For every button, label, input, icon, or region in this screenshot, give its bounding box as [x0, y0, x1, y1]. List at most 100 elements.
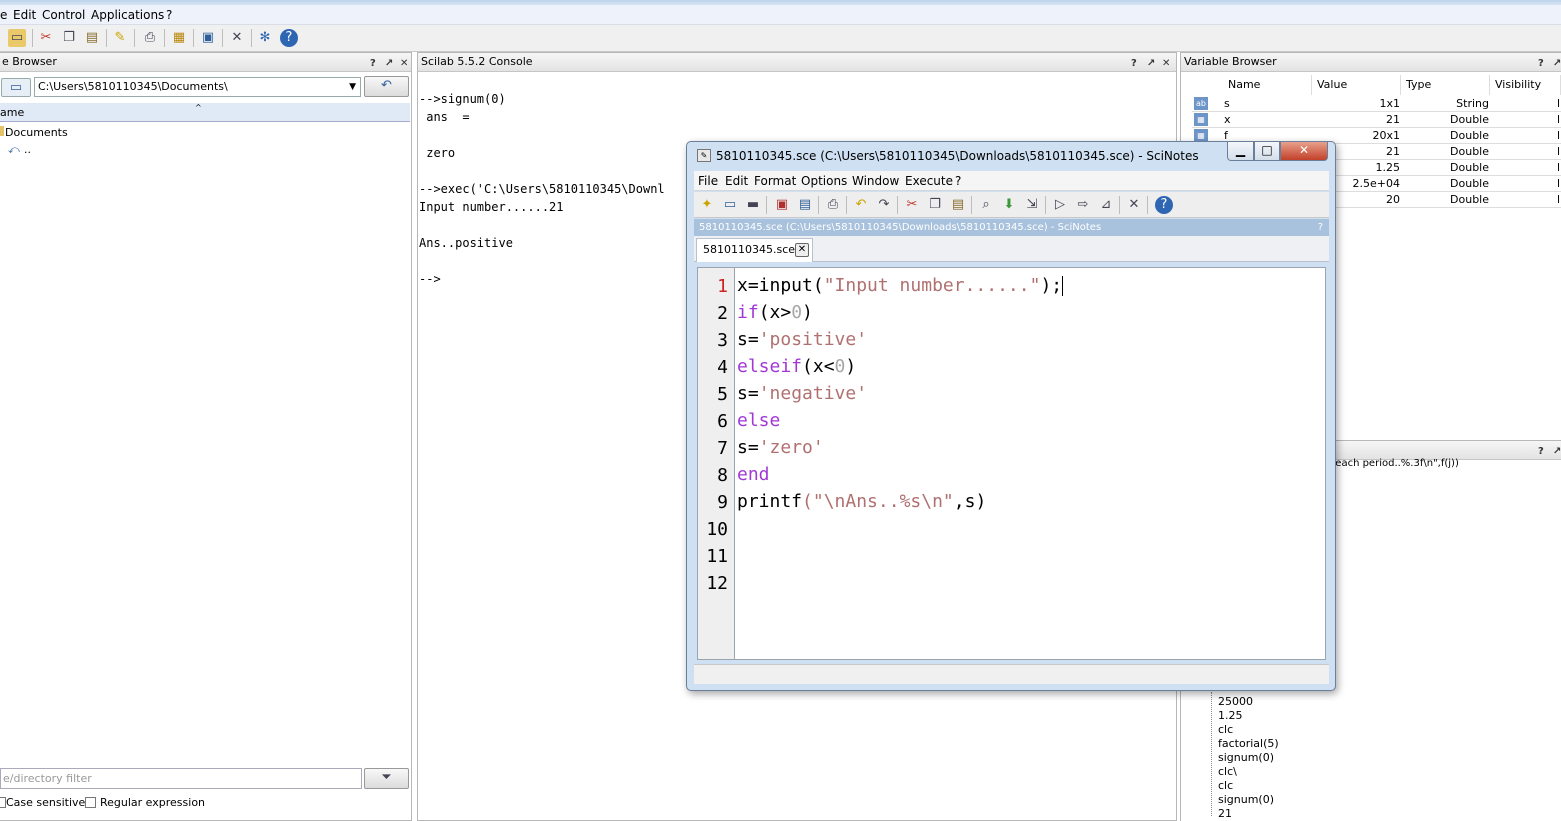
code-editor[interactable]: 1 2 3 4 5 6 7 8 9 10 11 12 x=input("Inpu… — [697, 267, 1326, 660]
maximize-button[interactable]: □ — [1254, 142, 1280, 161]
panel-close-icon[interactable]: ✕ — [1162, 55, 1170, 73]
sn-menu-file[interactable]: File — [698, 174, 718, 188]
sn-menu-format[interactable]: Format — [754, 174, 796, 188]
history-item[interactable]: 25000 — [1218, 695, 1253, 708]
undo-icon[interactable]: ↶ — [852, 196, 870, 214]
help-icon[interactable]: ? — [1155, 196, 1173, 214]
code-token: (x> — [758, 302, 792, 323]
print-icon[interactable]: ⎙ — [141, 29, 159, 47]
code-line[interactable]: x=input("Input number......"); — [737, 275, 1064, 296]
scinotes-window[interactable]: ✎ 5810110345.sce (C:\Users\5810110345\Do… — [686, 141, 1336, 691]
code-line[interactable]: s='zero' — [737, 437, 824, 458]
menu-control[interactable]: Control — [42, 8, 85, 22]
debug-icon[interactable]: ⊿ — [1097, 196, 1115, 214]
variable-visibility: l — [1557, 97, 1561, 110]
sn-menu-help[interactable]: ? — [955, 174, 961, 188]
path-combobox[interactable]: C:\Users\5810110345\Documents\ ▼ — [34, 77, 361, 97]
file-column-header[interactable]: ame ^ — [0, 103, 410, 122]
history-snippet[interactable]: r each period..%.3f\n",f(j)) — [1328, 458, 1459, 469]
variable-row[interactable]: ab s 1x1 String l — [1192, 96, 1561, 112]
folder-up-icon[interactable]: ▭ — [1, 78, 31, 97]
history-item[interactable]: signum(0) — [1218, 793, 1274, 806]
panel-undock-icon[interactable]: ↗ — [1553, 55, 1561, 73]
variable-type: Double — [1450, 129, 1489, 142]
tab-5810110345-sce[interactable]: 5810110345.sce ✕ — [696, 238, 813, 262]
menu-file[interactable]: e — [0, 8, 7, 22]
run-with-echo-icon[interactable]: ⇨ — [1074, 196, 1092, 214]
sn-menu-window[interactable]: Window — [852, 174, 899, 188]
history-item[interactable]: 21 — [1218, 807, 1232, 820]
paste-icon[interactable]: ▤ — [83, 29, 101, 47]
code-line[interactable]: else — [737, 410, 780, 431]
code-line[interactable]: s='negative' — [737, 383, 867, 404]
menu-applications[interactable]: Applications — [91, 8, 164, 22]
tab-close-icon[interactable]: ✕ — [795, 243, 809, 257]
variable-row[interactable]: ▦ x 21 Double l — [1192, 112, 1561, 128]
xcos-icon[interactable]: ▣ — [199, 29, 217, 47]
scinotes-icon[interactable]: ▦ — [170, 29, 188, 47]
history-item[interactable]: factorial(5) — [1218, 737, 1279, 750]
close-button[interactable]: ✕ — [1280, 142, 1328, 161]
new-file-icon[interactable]: ✦ — [698, 196, 716, 214]
history-item[interactable]: signum(0) — [1218, 751, 1274, 764]
panel-help-icon[interactable]: ? — [1538, 55, 1544, 73]
history-item[interactable]: 1.25 — [1218, 709, 1243, 722]
run-icon[interactable]: ▷ — [1051, 196, 1069, 214]
code-line[interactable]: if(x>0) — [737, 302, 813, 323]
execute-file-icon[interactable]: ⬇ — [1000, 196, 1018, 214]
sn-menu-options[interactable]: Options — [801, 174, 847, 188]
module-manager-icon[interactable]: ✻ — [256, 29, 274, 47]
code-line[interactable]: end — [737, 464, 770, 485]
code-line[interactable]: printf("\nAns..%s\n",s) — [737, 491, 986, 512]
open-recent-icon[interactable]: ▬ — [744, 196, 762, 214]
chevron-down-icon[interactable]: ▼ — [349, 78, 356, 96]
column-header-type[interactable]: Type — [1402, 75, 1490, 95]
open-file-icon[interactable]: ▭ — [721, 196, 739, 214]
help-icon[interactable]: ? — [280, 29, 298, 47]
code-line[interactable]: s='positive' — [737, 329, 867, 350]
panel-help-icon[interactable]: ? — [370, 55, 376, 73]
sn-menu-execute[interactable]: Execute — [905, 174, 953, 188]
panel-undock-icon[interactable]: ↗ — [385, 55, 393, 73]
open-folder-icon[interactable]: ▭ — [8, 29, 26, 47]
clear-console-icon[interactable]: ✎ — [111, 29, 129, 47]
console-prompt[interactable]: --> — [419, 272, 441, 286]
line-number: 7 — [717, 438, 728, 459]
tree-item-documents[interactable]: Documents — [5, 126, 68, 139]
menu-edit[interactable]: Edit — [13, 8, 36, 22]
panel-help-icon[interactable]: ? — [1538, 443, 1544, 461]
sn-menu-edit[interactable]: Edit — [725, 174, 748, 188]
execute-selection-icon[interactable]: ⇲ — [1023, 196, 1041, 214]
history-item[interactable]: clc — [1218, 723, 1233, 736]
filter-button[interactable]: ⏷ — [364, 768, 409, 789]
cut-icon[interactable]: ✂ — [37, 29, 55, 47]
find-replace-icon[interactable]: ⌕ — [977, 196, 995, 214]
paste-icon[interactable]: ▤ — [949, 196, 967, 214]
menu-help[interactable]: ? — [166, 8, 172, 22]
panel-close-icon[interactable]: ✕ — [400, 55, 408, 73]
panel-help-icon[interactable]: ? — [1131, 55, 1137, 73]
tree-item-parent[interactable]: .. — [24, 143, 31, 156]
column-header-value[interactable]: Value — [1313, 75, 1401, 95]
minimize-button[interactable]: ▁ — [1227, 142, 1254, 161]
redo-icon[interactable]: ↷ — [875, 196, 893, 214]
save-icon[interactable]: ▣ — [773, 196, 791, 214]
print-icon[interactable]: ⎙ — [824, 196, 842, 214]
history-item[interactable]: clc — [1218, 779, 1233, 792]
pathbar-help-icon[interactable]: ? — [1318, 219, 1323, 236]
panel-undock-icon[interactable]: ↗ — [1553, 443, 1561, 461]
code-line[interactable]: elseif(x<0) — [737, 356, 856, 377]
column-header-visibility[interactable]: Visibility — [1491, 75, 1561, 95]
column-header-name[interactable]: Name — [1224, 75, 1312, 95]
preferences-icon[interactable]: ✕ — [228, 29, 246, 47]
file-filter-input[interactable]: e/directory filter — [0, 768, 362, 789]
preferences-icon[interactable]: ✕ — [1125, 196, 1143, 214]
change-directory-button[interactable]: ↶ — [364, 76, 409, 97]
save-as-icon[interactable]: ▤ — [796, 196, 814, 214]
cut-icon[interactable]: ✂ — [903, 196, 921, 214]
history-item[interactable]: clc\ — [1218, 765, 1237, 778]
copy-icon[interactable]: ❐ — [926, 196, 944, 214]
regex-checkbox[interactable] — [85, 797, 96, 808]
panel-undock-icon[interactable]: ↗ — [1147, 55, 1155, 73]
copy-icon[interactable]: ❐ — [60, 29, 78, 47]
